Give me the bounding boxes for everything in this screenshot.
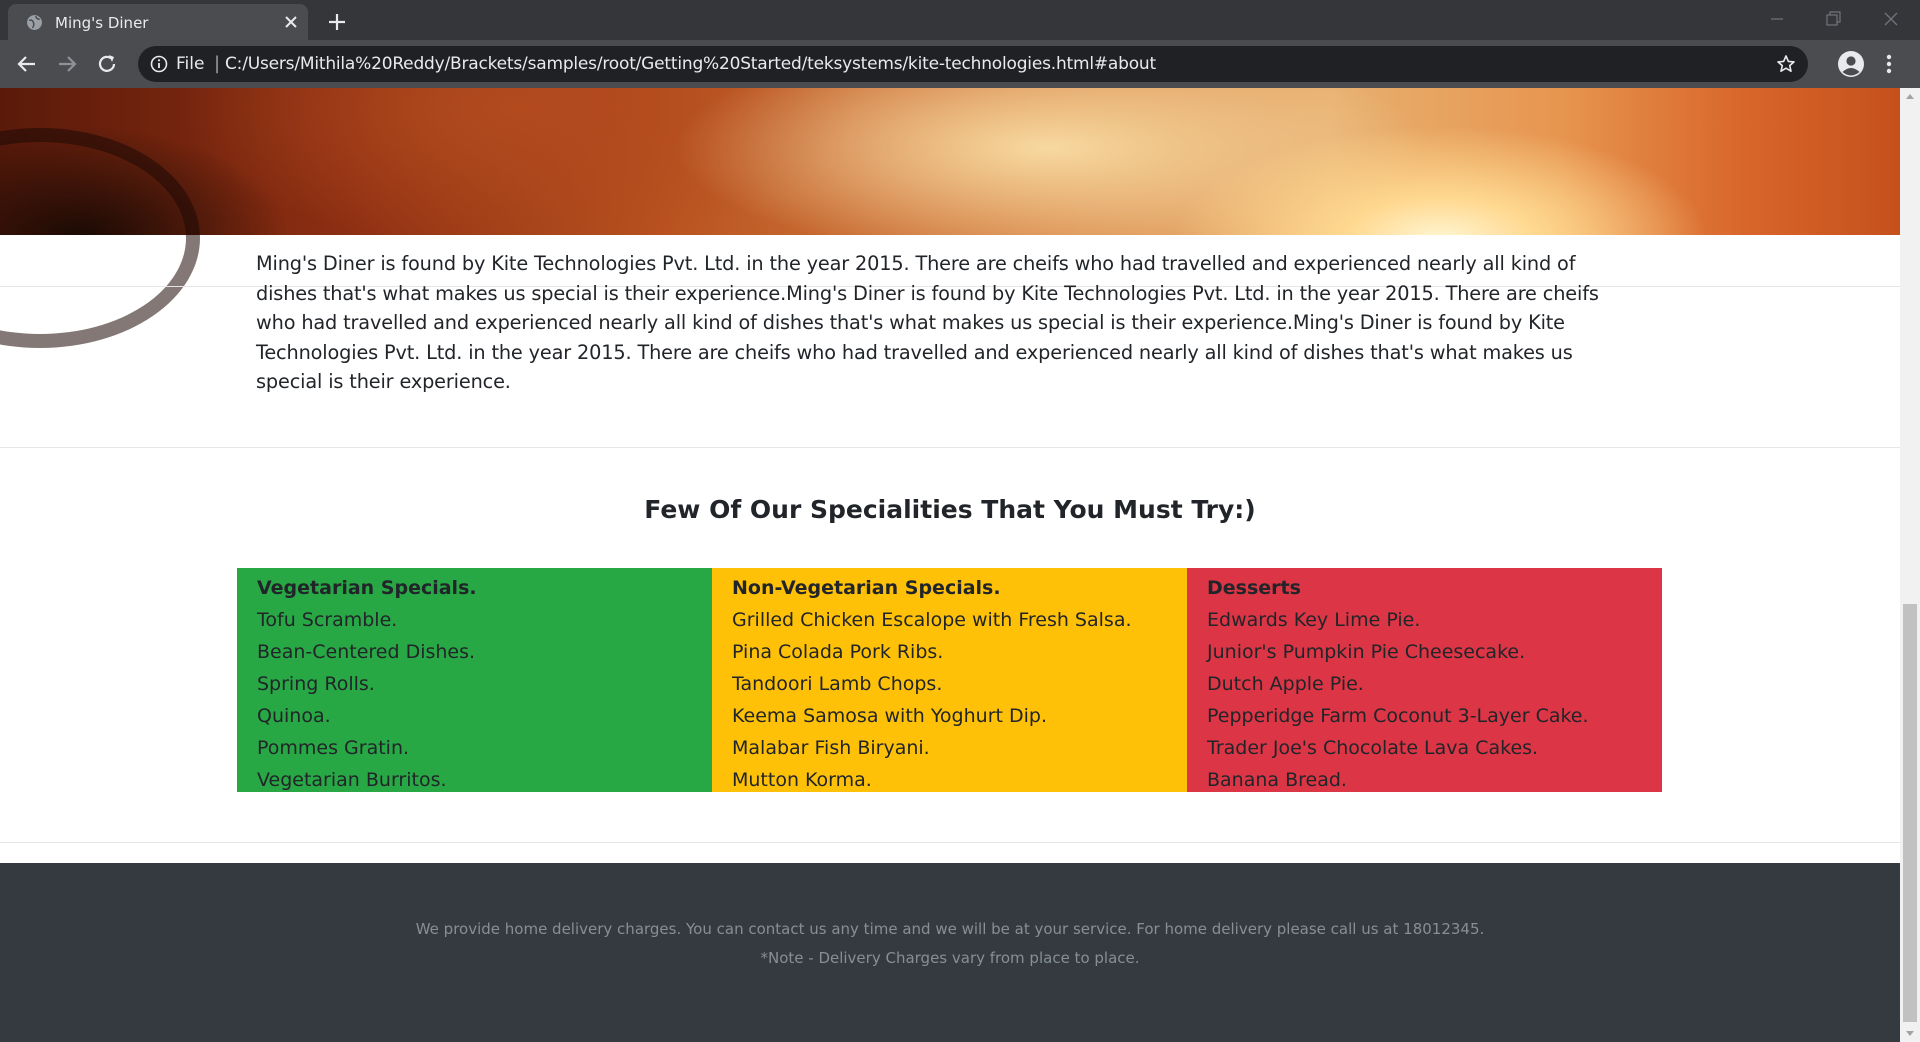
- close-tab-icon[interactable]: [282, 13, 300, 31]
- scrollbar-thumb[interactable]: [1903, 604, 1917, 1022]
- menu-item: Pepperidge Farm Coconut 3-Layer Cake.: [1207, 705, 1589, 727]
- menu-item: Grilled Chicken Escalope with Fresh Sals…: [732, 609, 1132, 631]
- menu-item: Dutch Apple Pie.: [1207, 673, 1364, 695]
- minimize-icon[interactable]: [1766, 8, 1788, 30]
- new-tab-icon[interactable]: [325, 10, 349, 34]
- specialities-title: Few Of Our Specialities That You Must Tr…: [644, 495, 1256, 524]
- menu-item: Malabar Fish Biryani.: [732, 737, 930, 759]
- menu-item: Pina Colada Pork Ribs.: [732, 641, 944, 663]
- menu-item: Quinoa.: [257, 705, 331, 727]
- specialities-grid: Vegetarian Specials. Tofu Scramble. Bean…: [237, 568, 1662, 792]
- menu-item: Trader Joe's Chocolate Lava Cakes.: [1207, 737, 1539, 759]
- browser-toolbar: File | C:/Users/Mithila%20Reddy/Brackets…: [0, 40, 1920, 88]
- vertical-scrollbar[interactable]: [1900, 88, 1920, 1042]
- footer-delivery-info: We provide home delivery charges. You ca…: [415, 920, 1485, 938]
- section-divider: [0, 447, 1900, 448]
- scroll-down-arrow-icon[interactable]: [1905, 1030, 1915, 1038]
- menu-item: Tandoori Lamb Chops.: [732, 673, 943, 695]
- back-arrow-icon[interactable]: [15, 52, 39, 76]
- hero-banner-image: [0, 88, 1900, 348]
- section-divider: [0, 842, 1900, 843]
- restore-icon[interactable]: [1822, 8, 1844, 30]
- page-viewport: Ming's Diner is found by Kite Technologi…: [0, 88, 1900, 1042]
- menu-item: Edwards Key Lime Pie.: [1207, 609, 1421, 631]
- non-vegetarian-column: Non-Vegetarian Specials. Grilled Chicken…: [712, 568, 1187, 792]
- close-window-icon[interactable]: [1880, 8, 1902, 30]
- more-menu-icon[interactable]: [1885, 52, 1893, 76]
- bookmark-star-icon[interactable]: [1776, 54, 1796, 74]
- menu-item: Keema Samosa with Yoghurt Dip.: [732, 705, 1048, 727]
- reload-icon[interactable]: [95, 52, 119, 76]
- column-heading: Desserts: [1207, 577, 1301, 599]
- address-bar[interactable]: File | C:/Users/Mithila%20Reddy/Brackets…: [138, 46, 1808, 82]
- tab-title: Ming's Diner: [55, 14, 149, 32]
- menu-item: Pommes Gratin.: [257, 737, 410, 759]
- desserts-column: Desserts Edwards Key Lime Pie. Junior's …: [1187, 568, 1662, 792]
- column-heading: Non-Vegetarian Specials.: [732, 577, 1001, 599]
- browser-titlebar: Ming's Diner: [0, 0, 1920, 40]
- browser-tab[interactable]: Ming's Diner: [8, 4, 308, 40]
- about-paragraph: Ming's Diner is found by Kite Technologi…: [256, 252, 1599, 393]
- url-scheme-label: File: [176, 54, 205, 74]
- menu-item: Spring Rolls.: [257, 673, 375, 695]
- menu-item: Vegetarian Burritos.: [257, 769, 447, 791]
- column-heading: Vegetarian Specials.: [257, 577, 477, 599]
- vegetarian-column: Vegetarian Specials. Tofu Scramble. Bean…: [237, 568, 712, 792]
- menu-item: Bean-Centered Dishes.: [257, 641, 476, 663]
- menu-item: Mutton Korma.: [732, 769, 872, 791]
- hero-decor: [0, 128, 200, 348]
- url-separator: |: [214, 53, 221, 74]
- page-footer: We provide home delivery charges. You ca…: [0, 863, 1900, 1042]
- menu-item: Junior's Pumpkin Pie Cheesecake.: [1207, 641, 1526, 663]
- globe-icon: [27, 15, 42, 30]
- info-icon[interactable]: [150, 55, 168, 73]
- scroll-up-arrow-icon[interactable]: [1905, 92, 1915, 100]
- footer-note: *Note - Delivery Charges vary from place…: [760, 949, 1140, 967]
- forward-arrow-icon[interactable]: [55, 52, 79, 76]
- menu-item: Banana Bread.: [1207, 769, 1347, 791]
- menu-item: Tofu Scramble.: [257, 609, 398, 631]
- profile-avatar-icon[interactable]: [1837, 50, 1865, 78]
- url-text[interactable]: C:/Users/Mithila%20Reddy/Brackets/sample…: [225, 54, 1156, 74]
